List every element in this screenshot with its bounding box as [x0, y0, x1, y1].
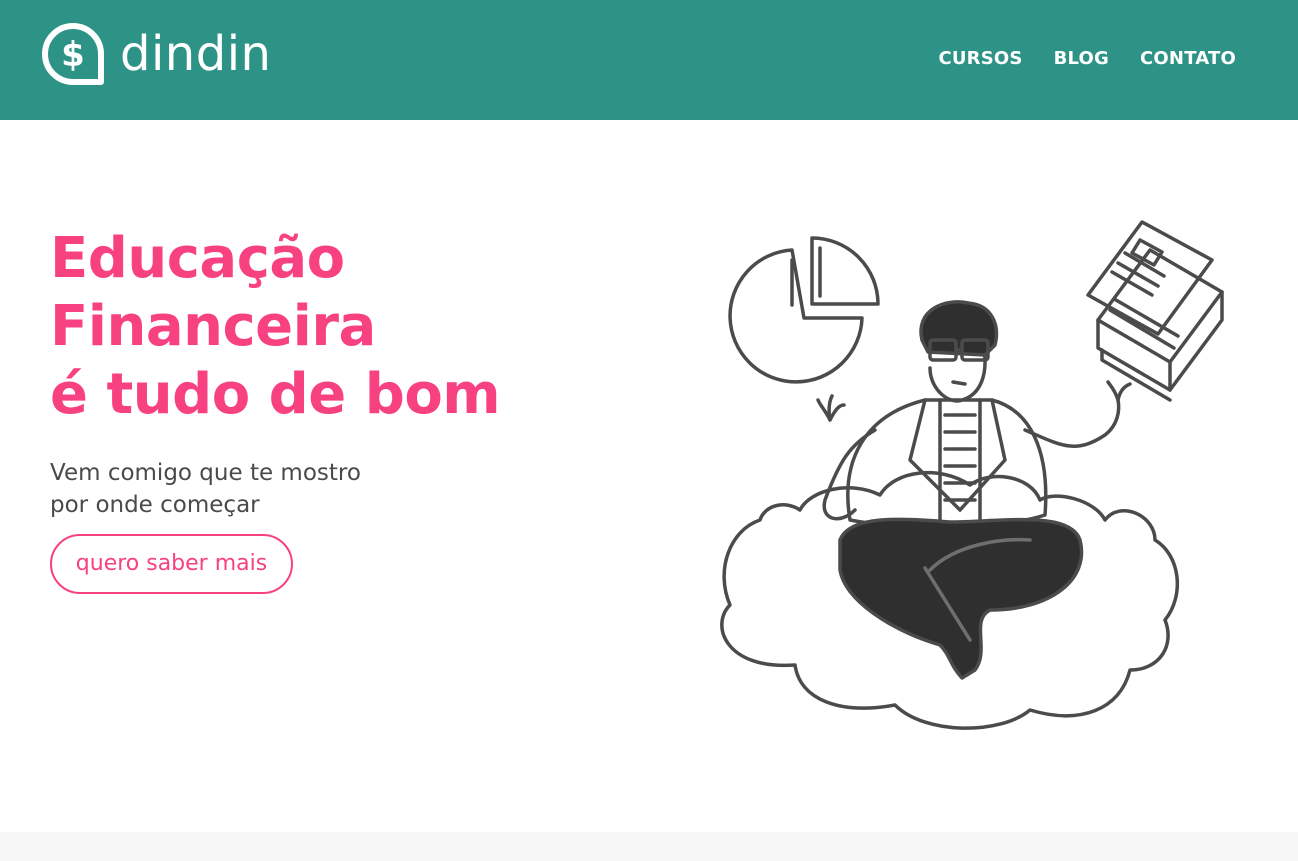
nav-link-cursos[interactable]: CURSOS: [938, 48, 1022, 70]
right-arm: [1023, 398, 1121, 448]
hair: [919, 300, 999, 357]
brand-name: dindin: [120, 26, 272, 82]
hero-title-line-1: Educação: [50, 226, 345, 291]
hero-title-line-3: é tudo de bom: [50, 362, 501, 427]
hero-title-line-2: Financeira: [50, 294, 376, 359]
hero-subtitle: Vem comigo que te mostro por onde começa…: [50, 457, 361, 521]
logo-link[interactable]: $ dindin: [40, 21, 271, 87]
hero-subtitle-line-2: por onde começar: [50, 492, 260, 518]
site-header: $ dindin CURSOS BLOG CONTATO: [0, 0, 1298, 120]
main-nav: CURSOS BLOG CONTATO: [938, 48, 1236, 70]
hero-subtitle-line-1: Vem comigo que te mostro: [50, 460, 361, 486]
learn-more-button[interactable]: quero saber mais: [50, 534, 293, 594]
nav-link-contato[interactable]: CONTATO: [1140, 48, 1236, 70]
nav-link-blog[interactable]: BLOG: [1054, 48, 1109, 70]
dollar-speech-bubble-icon: $: [42, 23, 104, 85]
legs: [838, 517, 1084, 680]
documents-stack-icon: [1086, 220, 1224, 402]
svg-text:$: $: [61, 35, 85, 75]
person-meditating-on-cloud-illustration: [720, 220, 1224, 730]
jacket: [846, 398, 1048, 529]
pie-chart-icon: [728, 236, 880, 384]
footer-strip: [0, 832, 1298, 861]
hero-title: Educação Financeira é tudo de bom: [50, 225, 501, 429]
